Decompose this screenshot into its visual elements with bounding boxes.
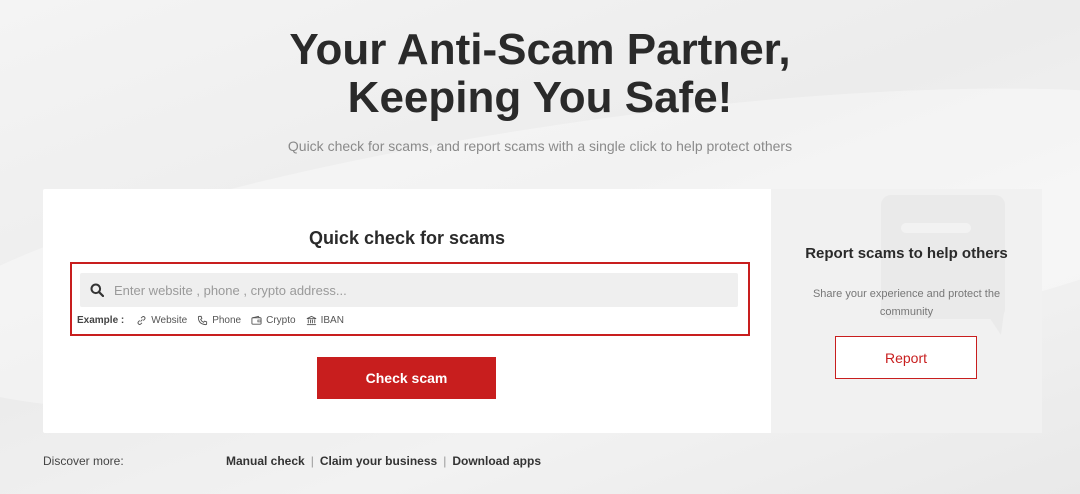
example-website-label: Website <box>151 315 188 326</box>
claim-business-link[interactable]: Claim your business <box>320 454 437 468</box>
quick-check-card: Quick check for scams Example : Website <box>43 189 771 433</box>
report-panel: Report scams to help others Share your e… <box>771 189 1042 433</box>
search-field[interactable] <box>80 273 738 307</box>
search-box: Example : Website Phone Crypt <box>70 262 750 336</box>
search-icon <box>80 283 114 297</box>
report-title: Report scams to help others <box>805 245 1008 262</box>
discover-more-bar: Discover more: Manual check | Claim your… <box>43 454 1043 468</box>
hero-title: Your Anti-Scam Partner, Keeping You Safe… <box>0 26 1080 122</box>
download-apps-link[interactable]: Download apps <box>452 454 541 468</box>
example-phone-label: Phone <box>212 315 242 326</box>
hero-title-line2: Keeping You Safe! <box>347 73 733 122</box>
example-phone[interactable]: Phone <box>197 315 241 326</box>
link-icon <box>137 316 146 325</box>
hero-title-line1: Your Anti-Scam Partner, <box>289 25 791 74</box>
search-input[interactable] <box>114 273 738 307</box>
example-iban[interactable]: IBAN <box>306 315 344 326</box>
example-crypto[interactable]: Crypto <box>251 315 296 326</box>
bank-icon <box>306 315 316 326</box>
wallet-icon <box>251 315 262 325</box>
hero-subtitle: Quick check for scams, and report scams … <box>287 138 793 154</box>
example-website[interactable]: Website <box>136 315 187 326</box>
quick-check-title: Quick check for scams <box>308 228 506 248</box>
phone-icon <box>198 315 208 326</box>
report-text: Share your experience and protect the co… <box>812 288 1001 318</box>
check-scam-button[interactable]: Check scam <box>317 357 496 399</box>
discover-more-label: Discover more: <box>43 454 124 468</box>
report-button[interactable]: Report <box>835 336 977 379</box>
manual-check-link[interactable]: Manual check <box>226 454 305 468</box>
footer-separator: | <box>443 454 447 468</box>
example-crypto-label: Crypto <box>266 315 296 326</box>
examples-row: Example : Website Phone Crypto IBAN <box>77 315 354 326</box>
footer-separator: | <box>310 454 314 468</box>
examples-label: Example : <box>77 315 125 326</box>
example-iban-label: IBAN <box>320 315 344 326</box>
hero: Your Anti-Scam Partner, Keeping You Safe… <box>0 26 1080 155</box>
